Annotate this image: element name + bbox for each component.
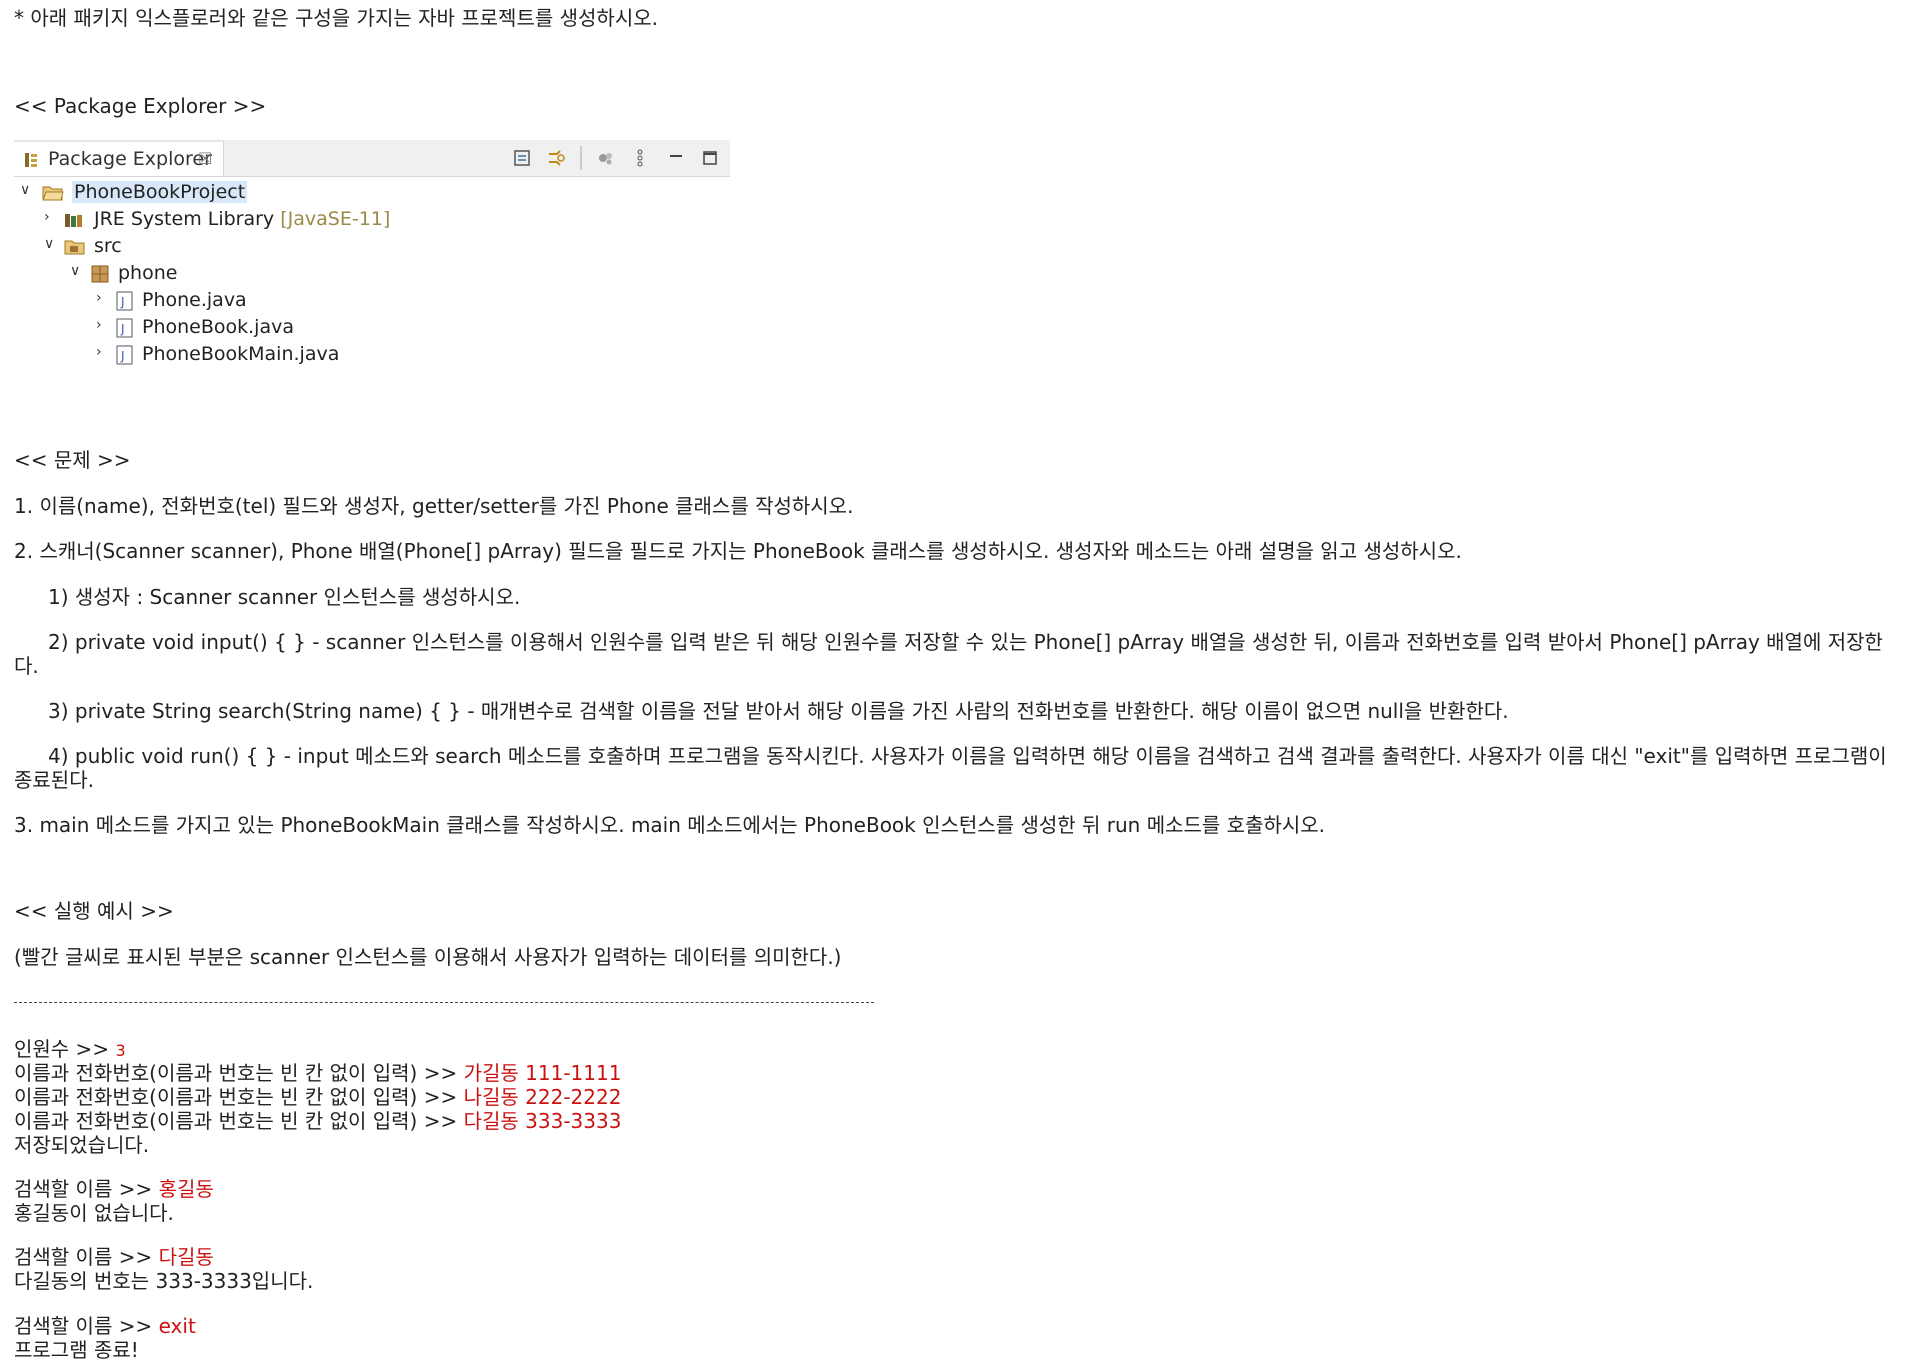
tree-item-file[interactable]: › J PhoneBook.java: [96, 315, 396, 341]
tree-item-src[interactable]: ∨ src: [44, 234, 344, 260]
tree-item-file[interactable]: › J Phone.java: [96, 288, 396, 314]
problem-3: 3. main 메소드를 가지고 있는 PhoneBookMain 클래스를 작…: [14, 813, 1326, 837]
pe-tab-label: Package Explorer: [48, 148, 212, 170]
console-end: 프로그램 종료!: [14, 1338, 139, 1362]
close-icon[interactable]: ☒: [198, 149, 212, 168]
src-label: src: [94, 235, 122, 257]
intro-text: * 아래 패키지 익스플로러와 같은 구성을 가지는 자바 프로젝트를 생성하시…: [14, 6, 658, 30]
project-folder-icon: [42, 183, 64, 203]
java-file-icon: J: [116, 318, 136, 338]
chevron-down-icon[interactable]: ∨: [20, 182, 34, 202]
file-label: Phone.java: [142, 289, 247, 311]
pe-header: Package Explorer ☒: [14, 140, 730, 177]
console-search-line: 검색할 이름 >> 다길동: [14, 1245, 214, 1269]
jre-version: [JavaSE-11]: [280, 208, 391, 230]
search-input: exit: [158, 1314, 196, 1338]
filters-icon[interactable]: [596, 148, 616, 168]
console-search-line: 검색할 이름 >> exit: [14, 1314, 196, 1338]
chevron-right-icon[interactable]: ›: [96, 317, 110, 337]
package-explorer-panel: Package Explorer ☒ ∨ PhoneBookProject ›: [14, 140, 730, 370]
entry-input: 가길동 111-1111: [463, 1061, 622, 1085]
problem-heading: << 문제 >>: [14, 448, 131, 472]
minimize-icon[interactable]: [666, 148, 686, 168]
console-search-result: 다길동의 번호는 333-3333입니다.: [14, 1269, 314, 1293]
console-saved: 저장되었습니다.: [14, 1133, 150, 1157]
console-entry-line: 이름과 전화번호(이름과 번호는 빈 칸 없이 입력) >> 가길동 111-1…: [14, 1061, 622, 1085]
tree-item-package[interactable]: ∨ phone: [70, 261, 370, 287]
console-entry-line: 이름과 전화번호(이름과 번호는 빈 칸 없이 입력) >> 나길동 222-2…: [14, 1085, 622, 1109]
chevron-right-icon[interactable]: ›: [96, 290, 110, 310]
link-with-editor-icon[interactable]: [546, 148, 566, 168]
chevron-right-icon[interactable]: ›: [44, 209, 58, 229]
svg-text:J: J: [120, 295, 125, 309]
source-folder-icon: [64, 237, 85, 257]
entry-input: 나길동 222-2222: [463, 1085, 622, 1109]
console-search-line: 검색할 이름 >> 홍길동: [14, 1177, 214, 1201]
problem-2-2: 2) private void input() { } - scanner 인스…: [14, 630, 1883, 678]
console-count-line: 인원수 >> 3: [14, 1037, 126, 1061]
package-explorer-icon: [24, 152, 38, 168]
view-menu-icon[interactable]: [630, 148, 650, 168]
java-file-icon: J: [116, 345, 136, 365]
file-label: PhoneBookMain.java: [142, 343, 340, 365]
jre-label: JRE System Library [JavaSE-11]: [94, 208, 391, 230]
pe-tab[interactable]: Package Explorer ☒: [14, 140, 224, 176]
count-input: 3: [115, 1041, 126, 1060]
file-label: PhoneBook.java: [142, 316, 294, 338]
chevron-down-icon[interactable]: ∨: [44, 236, 58, 256]
problem-2: 2. 스캐너(Scanner scanner), Phone 배열(Phone[…: [14, 539, 1462, 563]
package-label: phone: [118, 262, 178, 284]
problem-2-1: 1) 생성자 : Scanner scanner 인스턴스를 생성하시오.: [48, 585, 521, 609]
library-icon: [64, 210, 84, 230]
divider: [14, 1002, 874, 1003]
maximize-icon[interactable]: [700, 148, 720, 168]
project-label: PhoneBookProject: [72, 181, 248, 203]
example-note: (빨간 글씨로 표시된 부분은 scanner 인스턴스를 이용해서 사용자가 …: [14, 945, 842, 969]
svg-text:J: J: [120, 349, 125, 363]
package-icon: [90, 264, 110, 284]
console-entry-line: 이름과 전화번호(이름과 번호는 빈 칸 없이 입력) >> 다길동 333-3…: [14, 1109, 622, 1133]
problem-1: 1. 이름(name), 전화번호(tel) 필드와 생성자, getter/s…: [14, 494, 854, 518]
example-heading: << 실행 예시 >>: [14, 899, 174, 923]
java-file-icon: J: [116, 291, 136, 311]
toolbar-divider: [580, 146, 582, 170]
search-input: 다길동: [158, 1245, 214, 1269]
tree-item-project[interactable]: ∨ PhoneBookProject: [20, 180, 420, 206]
search-input: 홍길동: [158, 1177, 214, 1201]
pe-heading: << Package Explorer >>: [14, 94, 267, 118]
chevron-right-icon[interactable]: ›: [96, 344, 110, 364]
problem-2-4: 4) public void run() { } - input 메소드와 se…: [14, 744, 1887, 792]
tree-item-file[interactable]: › J PhoneBookMain.java: [96, 342, 396, 368]
problem-2-3: 3) private String search(String name) { …: [48, 699, 1509, 723]
tree-item-jre[interactable]: › JRE System Library [JavaSE-11]: [44, 207, 444, 233]
chevron-down-icon[interactable]: ∨: [70, 263, 84, 283]
entry-input: 다길동 333-3333: [463, 1109, 622, 1133]
svg-text:J: J: [120, 322, 125, 336]
console-search-result: 홍길동이 없습니다.: [14, 1201, 174, 1225]
collapse-all-icon[interactable]: [512, 148, 532, 168]
